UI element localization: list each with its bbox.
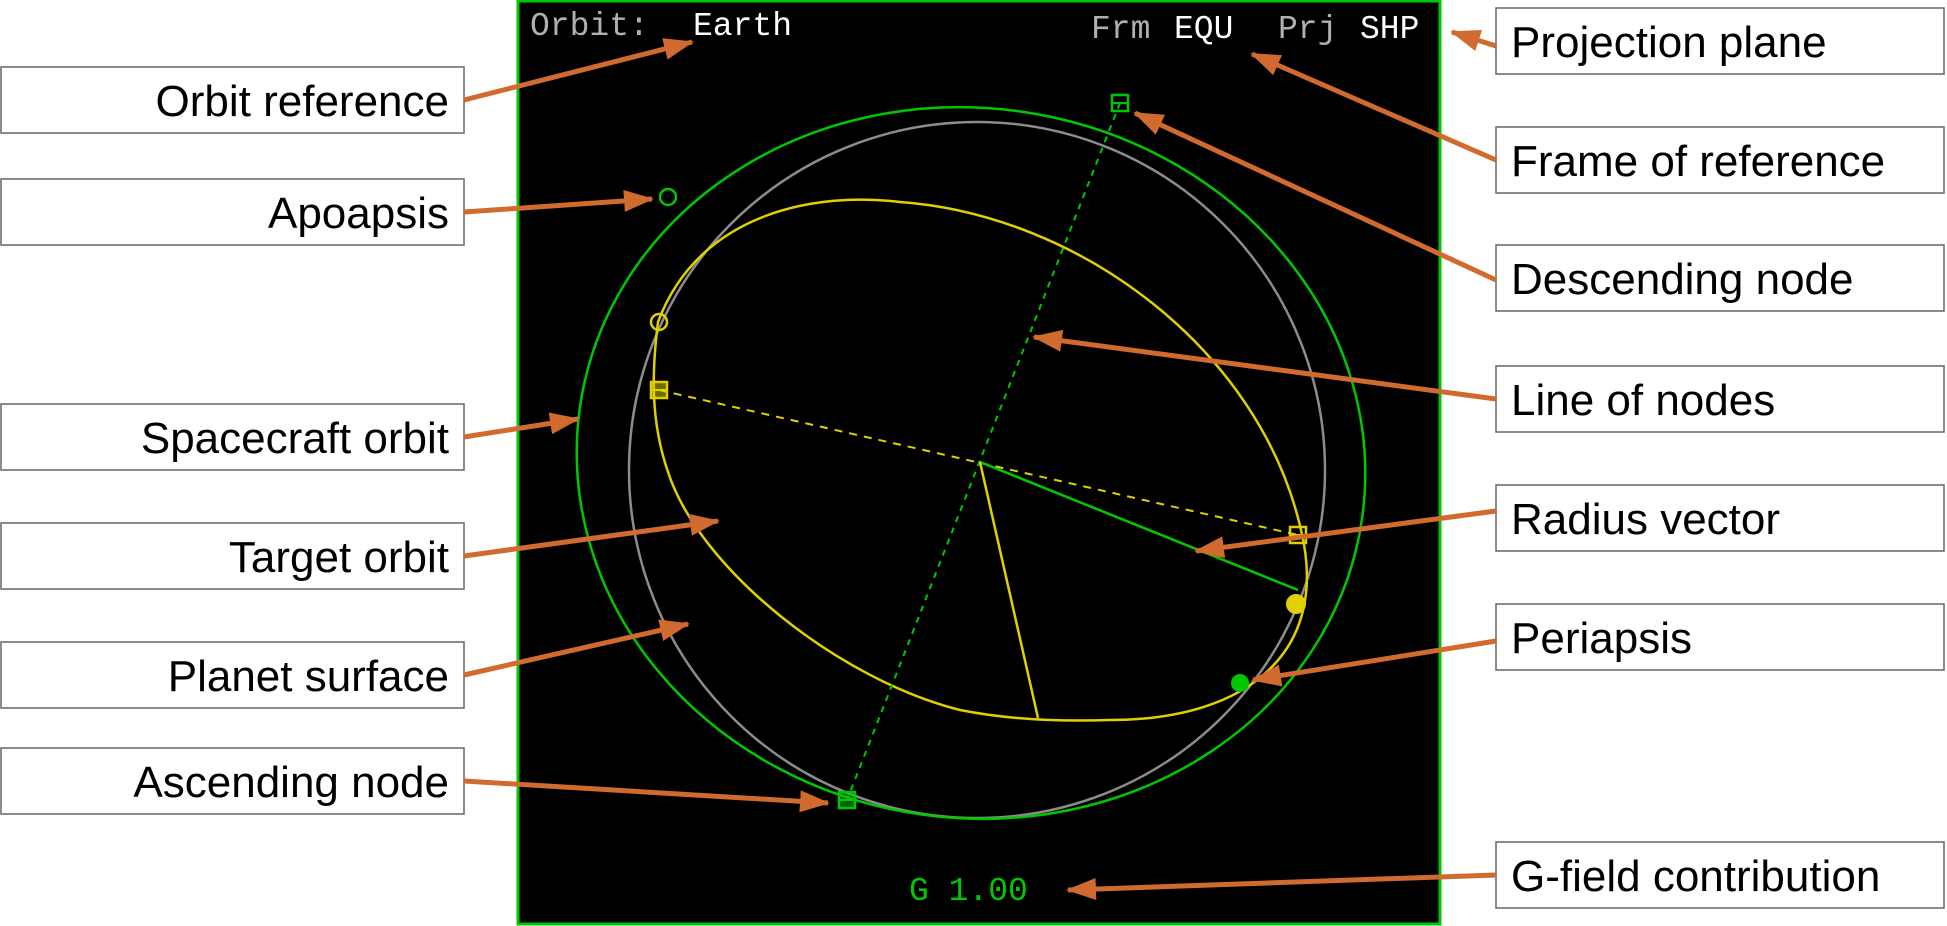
callout-periapsis: Periapsis: [1495, 603, 1945, 671]
callout-descending-node: Descending node: [1495, 244, 1945, 312]
periapsis-marker: [1231, 674, 1249, 692]
callout-projection-plane: Projection plane: [1495, 7, 1945, 75]
callout-ascending-node-label: Ascending node: [133, 758, 449, 807]
orbit-mfd-diagram: Orbit: Earth Frm EQU Prj SHP G 1.00 Orbi…: [0, 0, 1945, 926]
callout-spacecraft-orbit: Spacecraft orbit: [0, 403, 465, 471]
frame-value: EQU: [1174, 11, 1233, 48]
gfield-value: G 1.00: [909, 873, 1028, 910]
callout-ascending-node: Ascending node: [0, 747, 465, 815]
callout-orbit-reference: Orbit reference: [0, 66, 465, 134]
frame-label: Frm: [1091, 11, 1150, 48]
callout-line-of-nodes: Line of nodes: [1495, 365, 1945, 433]
mfd-screen: Orbit: Earth Frm EQU Prj SHP G 1.00: [516, 0, 1442, 926]
callout-projection-plane-label: Projection plane: [1511, 18, 1827, 67]
callout-line-of-nodes-label: Line of nodes: [1511, 376, 1775, 425]
orbit-reference-value: Earth: [693, 8, 792, 45]
projection-value: SHP: [1360, 11, 1419, 48]
callout-planet-surface: Planet surface: [0, 641, 465, 709]
callout-radius-vector: Radius vector: [1495, 484, 1945, 552]
callout-spacecraft-orbit-label: Spacecraft orbit: [141, 414, 449, 463]
callout-periapsis-label: Periapsis: [1511, 614, 1692, 663]
target-periapsis-marker: [1286, 594, 1306, 614]
callout-apoapsis-label: Apoapsis: [268, 189, 449, 238]
ascending-node-marker: [837, 790, 857, 810]
callout-target-orbit-label: Target orbit: [229, 533, 449, 582]
callout-apoapsis: Apoapsis: [0, 178, 465, 246]
callout-orbit-reference-label: Orbit reference: [156, 77, 449, 126]
callout-radius-vector-label: Radius vector: [1511, 495, 1780, 544]
projection-label: Prj: [1278, 11, 1337, 48]
callout-target-orbit: Target orbit: [0, 522, 465, 590]
callout-planet-surface-label: Planet surface: [168, 652, 449, 701]
callout-gfield-contribution-label: G-field contribution: [1511, 852, 1880, 901]
callout-frame-of-reference: Frame of reference: [1495, 126, 1945, 194]
target-ascending-node-marker: [649, 380, 669, 400]
arrow-projection-plane: [1450, 29, 1497, 51]
callout-gfield-contribution: G-field contribution: [1495, 841, 1945, 909]
orbit-label: Orbit:: [530, 8, 649, 45]
callout-descending-node-label: Descending node: [1511, 255, 1853, 304]
callout-frame-of-reference-label: Frame of reference: [1511, 137, 1885, 186]
